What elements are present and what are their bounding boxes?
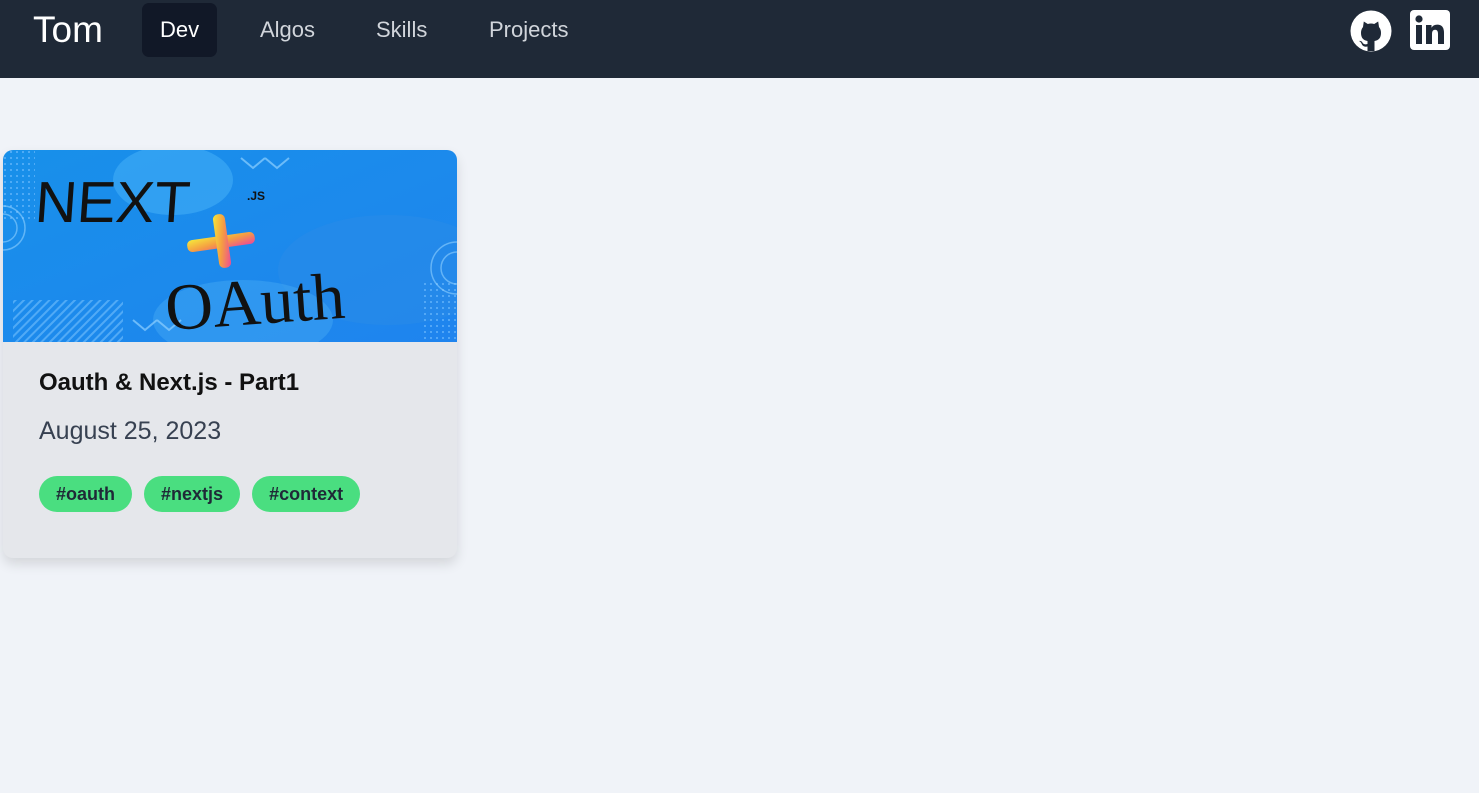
hero-subheading: OAuth (163, 260, 347, 342)
tab-algos[interactable]: Algos (242, 3, 333, 57)
tab-projects[interactable]: Projects (471, 3, 586, 57)
post-hero-image: NEXT .JS OAuth (3, 150, 457, 342)
github-icon[interactable] (1350, 10, 1392, 52)
tag-context[interactable]: #context (252, 476, 361, 512)
linkedin-icon[interactable] (1410, 10, 1450, 50)
post-title[interactable]: Oauth & Next.js - Part1 (39, 369, 299, 397)
top-navbar: Tom Dev Algos Skills Projects (0, 0, 1479, 78)
site-brand[interactable]: Tom (33, 8, 103, 52)
hero-heading: NEXT (33, 170, 192, 235)
tab-skills[interactable]: Skills (358, 3, 445, 57)
post-tags: #oauth #nextjs #context (39, 476, 361, 512)
hero-suffix: .JS (247, 189, 265, 203)
tag-oauth[interactable]: #oauth (39, 476, 133, 512)
post-card[interactable]: NEXT .JS OAuth Oauth & Next.js - Part1 A… (3, 150, 457, 558)
tab-dev[interactable]: Dev (142, 3, 218, 57)
post-date: August 25, 2023 (39, 417, 222, 445)
tag-nextjs[interactable]: #nextjs (144, 476, 241, 512)
